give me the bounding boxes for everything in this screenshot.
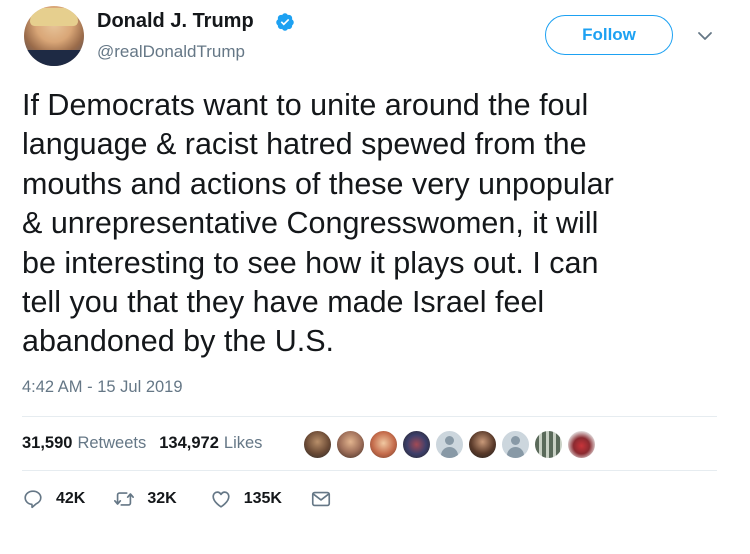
liker-avatar[interactable] bbox=[467, 429, 498, 460]
likes-label: Likes bbox=[223, 434, 263, 452]
direct-message-button[interactable] bbox=[310, 488, 344, 510]
liker-avatar[interactable] bbox=[566, 429, 597, 460]
like-button[interactable]: 135K bbox=[210, 488, 282, 510]
follow-button[interactable]: Follow bbox=[545, 15, 673, 55]
retweet-icon bbox=[114, 492, 135, 506]
tweet-timestamp[interactable]: 4:42 AM - 15 Jul 2019 bbox=[22, 378, 183, 397]
liker-avatar[interactable] bbox=[500, 429, 531, 460]
divider bbox=[22, 470, 717, 471]
engagement-stats: 31,590 Retweets 134,972 Likes bbox=[22, 434, 275, 453]
avatar-suit bbox=[24, 50, 84, 66]
retweet-count: 32K bbox=[147, 490, 177, 507]
divider bbox=[22, 416, 717, 417]
heart-icon bbox=[212, 491, 230, 508]
retweets-count: 31,590 bbox=[22, 434, 73, 452]
verified-badge-icon bbox=[276, 13, 294, 31]
likes-count: 134,972 bbox=[159, 434, 219, 452]
retweets-stat[interactable]: 31,590 Retweets bbox=[22, 434, 146, 453]
author-name[interactable]: Donald J. Trump bbox=[97, 10, 254, 33]
reply-button[interactable]: 42K bbox=[22, 488, 85, 510]
liker-avatars bbox=[302, 429, 599, 460]
retweet-button[interactable]: 32K bbox=[113, 488, 177, 510]
retweets-label: Retweets bbox=[77, 434, 147, 452]
tweet-text: If Democrats want to unite around the fo… bbox=[22, 88, 614, 359]
reply-icon bbox=[24, 490, 42, 509]
avatar-hair bbox=[30, 8, 78, 26]
liker-avatar[interactable] bbox=[401, 429, 432, 460]
tweet-actions: 42K 32K 135K bbox=[22, 488, 344, 510]
liker-avatar[interactable] bbox=[335, 429, 366, 460]
direct-message-icon bbox=[311, 491, 331, 507]
liker-avatar[interactable] bbox=[434, 429, 465, 460]
liker-avatar[interactable] bbox=[302, 429, 333, 460]
chevron-down-icon[interactable] bbox=[697, 30, 713, 42]
reply-count: 42K bbox=[56, 490, 86, 507]
author-handle[interactable]: @realDonaldTrump bbox=[97, 42, 245, 62]
liker-avatar[interactable] bbox=[533, 429, 564, 460]
liker-avatar[interactable] bbox=[368, 429, 399, 460]
like-count: 135K bbox=[243, 490, 282, 507]
likes-stat[interactable]: 134,972 Likes bbox=[159, 434, 262, 453]
author-avatar[interactable] bbox=[24, 6, 84, 66]
